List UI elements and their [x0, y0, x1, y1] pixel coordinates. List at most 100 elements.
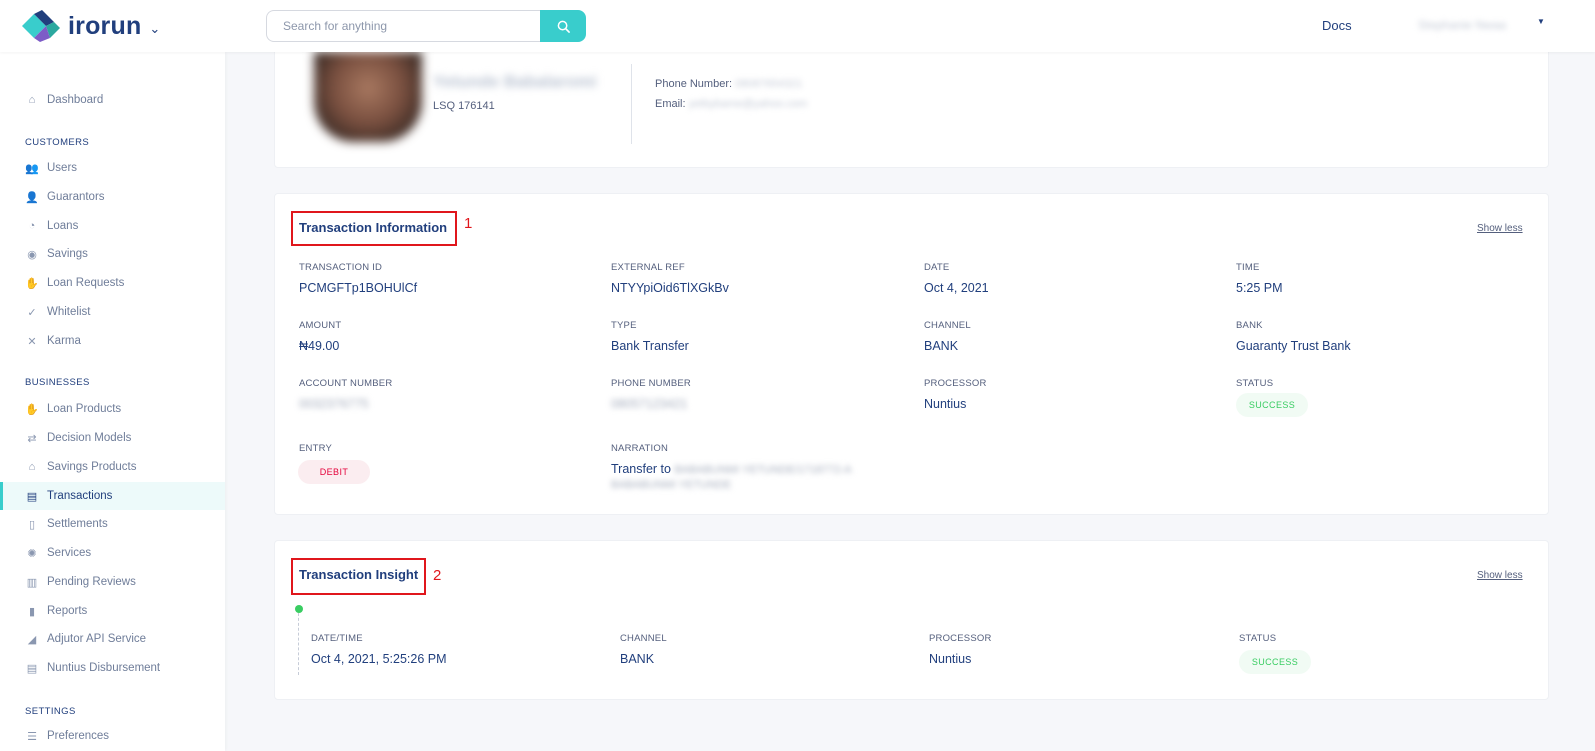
- insight-status-label: STATUS: [1239, 633, 1277, 644]
- bank-value: Guaranty Trust Bank: [1236, 339, 1351, 353]
- annotation-label-2: 2: [433, 567, 442, 584]
- clipboard-icon: ▥: [26, 576, 38, 589]
- hand-money-icon: ✋: [25, 277, 39, 290]
- transaction-id-label: TRANSACTION ID: [299, 262, 383, 273]
- sidebar-item-label: Reports: [47, 605, 88, 617]
- channel-label: CHANNEL: [924, 320, 971, 331]
- user-check-icon: ✓: [27, 306, 37, 319]
- sidebar-item-services[interactable]: ✺ Services: [0, 539, 225, 567]
- channel-value: BANK: [924, 339, 959, 353]
- amount-value: ₦49.00: [299, 339, 340, 353]
- logo[interactable]: irorun ⌄: [22, 10, 160, 42]
- narration-value: Transfer to BABABUNMI YETUNDE/1718772-A: [611, 462, 852, 476]
- profile-phone: Phone Number: 08087654321: [655, 78, 802, 90]
- sidebar-item-label: Settlements: [47, 518, 108, 530]
- galaxy-icon: ✺: [27, 547, 37, 560]
- sidebar-item-karma[interactable]: ✕ Karma: [0, 327, 225, 355]
- sidebar-item-users[interactable]: 👥 Users: [0, 154, 225, 182]
- show-less-link[interactable]: Show less: [1477, 570, 1523, 581]
- timeline-line: [298, 613, 299, 675]
- phone-number-label: PHONE NUMBER: [611, 378, 691, 389]
- sidebar-item-reports[interactable]: ▮ Reports: [0, 597, 225, 625]
- sidebar-item-label: Nuntius Disbursement: [47, 662, 161, 674]
- sidebar-item-label: Loan Products: [47, 403, 122, 415]
- document-icon: ▤: [26, 662, 38, 675]
- sidebar-item-label: Decision Models: [47, 432, 132, 444]
- sliders-icon: ☰: [27, 730, 37, 743]
- sidebar-item-savings-products[interactable]: ⌂ Savings Products: [0, 453, 225, 481]
- sidebar-item-whitelist[interactable]: ✓ Whitelist: [0, 298, 225, 326]
- sidebar-item-loan-requests[interactable]: ✋ Loan Requests: [0, 269, 225, 297]
- email-label: Email:: [655, 98, 686, 110]
- transaction-information-card: [274, 193, 1549, 515]
- sidebar-item-label: Pending Reviews: [47, 576, 136, 588]
- timeline-dot: [295, 605, 303, 613]
- insight-processor-value: Nuntius: [929, 652, 972, 666]
- date-label: DATE: [924, 262, 950, 273]
- sack-icon: ◔: [28, 220, 36, 232]
- handshake-icon: ⇄: [27, 432, 37, 445]
- sidebar-section-settings: SETTINGS: [25, 706, 76, 717]
- insight-datetime-value: Oct 4, 2021, 5:25:26 PM: [311, 652, 447, 666]
- account-number-value: 0032376775: [299, 397, 369, 411]
- sidebar-item-pending-reviews[interactable]: ▥ Pending Reviews: [0, 568, 225, 596]
- logo-icon: [22, 10, 60, 42]
- sidebar-item-label: Savings Products: [47, 461, 137, 473]
- sidebar-item-label: Karma: [47, 335, 81, 347]
- status-label: STATUS: [1236, 378, 1274, 389]
- search-icon: [557, 20, 570, 33]
- processor-value: Nuntius: [924, 397, 967, 411]
- type-label: TYPE: [611, 320, 637, 331]
- sidebar-item-nuntius-disbursement[interactable]: ▤ Nuntius Disbursement: [0, 654, 225, 682]
- show-less-link[interactable]: Show less: [1477, 223, 1523, 234]
- receipt-icon: ▤: [26, 490, 38, 503]
- sidebar-item-settlements[interactable]: ▯ Settlements: [0, 510, 225, 538]
- sidebar-item-label: Adjutor API Service: [47, 633, 147, 645]
- sidebar-item-transactions[interactable]: ▤ Transactions: [0, 482, 225, 510]
- divider: [631, 64, 632, 144]
- profile-name: Yetunde Babalaromi: [433, 72, 597, 91]
- sidebar-item-loans[interactable]: ◔ Loans: [0, 212, 225, 240]
- sidebar: ⌂ Dashboard CUSTOMERS 👥 Users 👤 Guarantors…: [0, 52, 225, 751]
- external-ref-value: NTYYpiOid6TlXGkBv: [611, 281, 729, 295]
- profile-id-code: LSQ 176141: [433, 100, 495, 112]
- chevron-down-icon[interactable]: ⌄: [149, 21, 160, 37]
- sidebar-item-guarantors[interactable]: 👤 Guarantors: [0, 183, 225, 211]
- sidebar-item-loan-products[interactable]: ✋ Loan Products: [0, 395, 225, 423]
- sidebar-item-label: Services: [47, 547, 92, 559]
- bank-icon: ⌂: [28, 461, 36, 473]
- search-button[interactable]: [540, 10, 586, 42]
- phone-number-value: 08057123421: [611, 397, 688, 411]
- hand-money-icon: ✋: [25, 403, 39, 416]
- sidebar-item-dashboard[interactable]: ⌂ Dashboard: [0, 86, 225, 114]
- email-value: yetbybame@yahoo.com: [688, 98, 808, 110]
- api-icon: ◢: [27, 633, 37, 646]
- sidebar-item-savings[interactable]: ◉ Savings: [0, 240, 225, 268]
- annotation-label-1: 1: [464, 215, 473, 232]
- narration-label: NARRATION: [611, 443, 669, 454]
- sidebar-item-label: Guarantors: [47, 191, 105, 203]
- caret-down-icon[interactable]: ▼: [1537, 17, 1545, 26]
- home-icon: ⌂: [28, 94, 36, 106]
- sidebar-item-label: Savings: [47, 248, 88, 260]
- insight-channel-label: CHANNEL: [620, 633, 667, 644]
- sidebar-item-adjutor-api-service[interactable]: ◢ Adjutor API Service: [0, 625, 225, 653]
- time-value: 5:25 PM: [1236, 281, 1283, 295]
- status-badge: SUCCESS: [1236, 393, 1308, 417]
- bar-chart-icon: ▮: [28, 605, 36, 618]
- entry-badge: DEBIT: [298, 460, 370, 484]
- insight-status-badge: SUCCESS: [1239, 650, 1311, 674]
- narration-hidden-1: BABABUNMI YETUNDE/1718772-A: [674, 464, 852, 476]
- sidebar-item-decision-models[interactable]: ⇄ Decision Models: [0, 424, 225, 452]
- sidebar-item-label: Loans: [47, 220, 79, 232]
- time-label: TIME: [1236, 262, 1260, 273]
- sidebar-item-label: Users: [47, 162, 78, 174]
- docs-link[interactable]: Docs: [1322, 18, 1352, 33]
- amount-label: AMOUNT: [299, 320, 342, 331]
- sidebar-item-preferences[interactable]: ☰ Preferences: [0, 722, 225, 750]
- search-input[interactable]: [266, 10, 540, 42]
- user-name[interactable]: Stephanie Nwaa: [1418, 18, 1506, 32]
- insight-processor-label: PROCESSOR: [929, 633, 992, 644]
- sidebar-item-label: Dashboard: [47, 94, 104, 106]
- account-number-label: ACCOUNT NUMBER: [299, 378, 393, 389]
